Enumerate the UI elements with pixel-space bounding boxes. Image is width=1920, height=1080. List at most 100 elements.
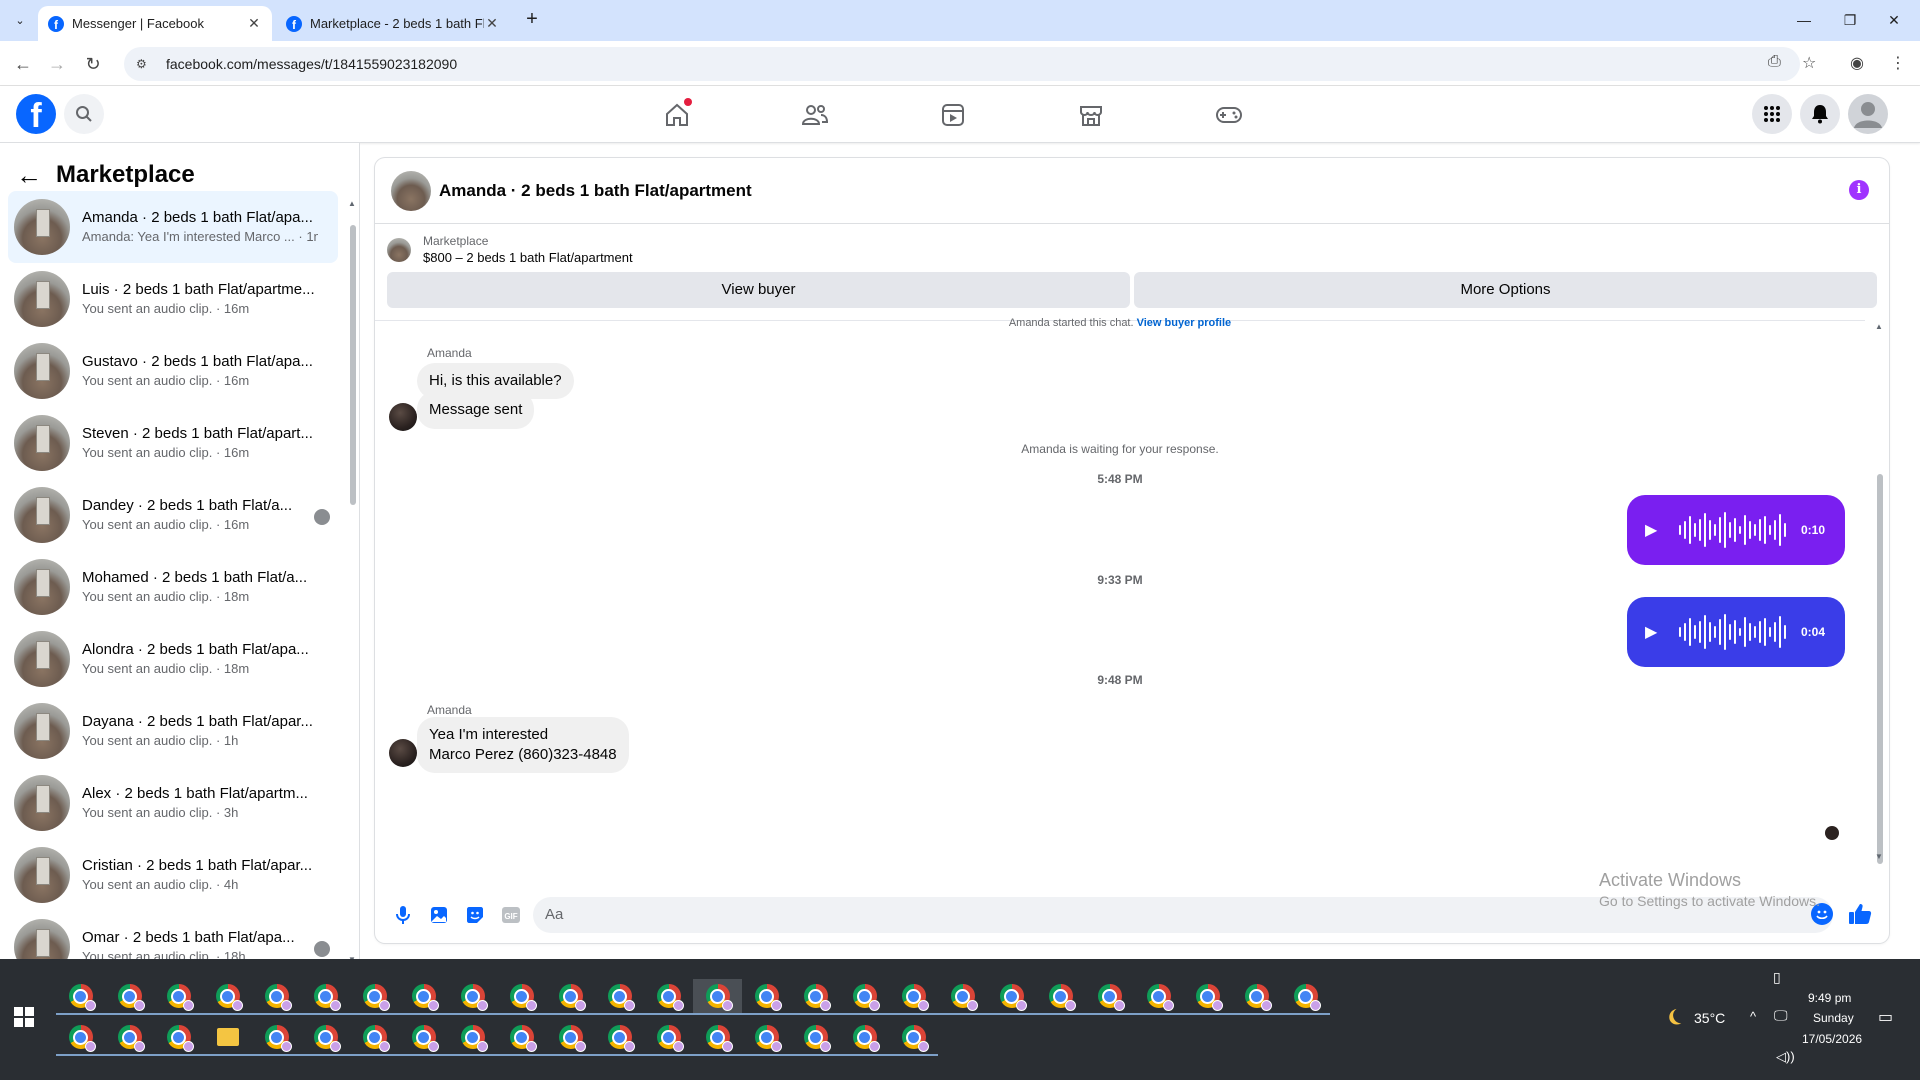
install-app-icon[interactable]: ⎙ — [1768, 53, 1781, 71]
tab-close-icon[interactable]: ✕ — [246, 15, 262, 32]
scroll-down-icon[interactable]: ▼ — [1875, 852, 1883, 861]
taskbar-app-button[interactable] — [1232, 979, 1281, 1015]
incoming-message[interactable]: Message sent — [417, 391, 535, 429]
new-tab-button[interactable]: + — [520, 8, 544, 32]
tablet-mode-icon[interactable]: ▯ — [1773, 969, 1781, 986]
nav-home[interactable] — [662, 98, 692, 130]
taskbar-app-button[interactable] — [595, 979, 644, 1015]
contact-avatar[interactable] — [389, 739, 417, 767]
taskbar-app-button[interactable] — [399, 1020, 448, 1056]
taskbar-app-button[interactable] — [693, 1020, 742, 1056]
listing-avatar[interactable] — [391, 170, 431, 211]
facebook-logo[interactable]: f — [16, 94, 56, 134]
taskbar-app-button[interactable] — [448, 1020, 497, 1056]
taskbar-app-button[interactable] — [1085, 979, 1134, 1015]
tab-messenger[interactable]: f Messenger | Facebook ✕ — [38, 6, 272, 41]
taskbar-app-button[interactable] — [301, 1020, 350, 1056]
address-bar[interactable]: ⚙ facebook.com/messages/t/18415590231820… — [124, 47, 1800, 81]
windows-start-icon[interactable] — [14, 1007, 34, 1027]
scroll-up-icon[interactable]: ▲ — [1875, 322, 1883, 331]
send-like-button[interactable] — [1847, 901, 1873, 927]
back-arrow-icon[interactable]: ← — [16, 160, 42, 191]
moon-weather-icon[interactable] — [1664, 1007, 1684, 1027]
forward-arrow-icon[interactable]: → — [44, 51, 70, 77]
back-arrow-icon[interactable]: ← — [10, 51, 36, 77]
taskbar-app-button[interactable] — [1036, 979, 1085, 1015]
taskbar-app-button[interactable] — [203, 979, 252, 1015]
taskbar-app-button[interactable] — [889, 1020, 938, 1056]
thread-scrollbar[interactable]: ▲ ▼ — [1875, 322, 1885, 864]
sidebar-scrollbar[interactable]: ▲ ▼ — [348, 199, 356, 959]
conversation-item[interactable]: Gustavo · 2 beds 1 bath Flat/apa... You s… — [8, 335, 338, 407]
taskbar-app-button[interactable] — [693, 979, 742, 1015]
taskbar-app-button[interactable] — [252, 979, 301, 1015]
show-hidden-icons-chevron-icon[interactable]: ^ — [1750, 1009, 1756, 1024]
audio-message[interactable]: ▶ 0:04 — [1627, 597, 1845, 667]
taskbar-app-button[interactable] — [840, 979, 889, 1015]
notifications-button[interactable] — [1800, 94, 1840, 134]
taskbar-app-button[interactable] — [154, 979, 203, 1015]
network-icon[interactable]: 🖵 — [1774, 1007, 1788, 1024]
taskbar-app-button[interactable] — [203, 1020, 252, 1056]
clock-day[interactable]: Sunday — [1813, 1011, 1854, 1025]
minimize-button[interactable]: — — [1784, 6, 1824, 34]
nav-friends[interactable] — [800, 100, 830, 130]
menu-button[interactable] — [1752, 94, 1792, 134]
taskbar-app-button[interactable] — [791, 1020, 840, 1056]
taskbar-app-button[interactable] — [448, 979, 497, 1015]
taskbar-app-button[interactable] — [889, 979, 938, 1015]
conversation-item[interactable]: Dandey · 2 beds 1 bath Flat/a... You sent… — [8, 479, 338, 551]
taskbar-app-button[interactable] — [154, 1020, 203, 1056]
close-window-button[interactable]: ✕ — [1874, 6, 1914, 34]
taskbar-app-button[interactable] — [742, 1020, 791, 1056]
gif-button[interactable]: GIF — [497, 901, 525, 929]
taskbar-app-button[interactable] — [399, 979, 448, 1015]
conversation-item[interactable]: Alex · 2 beds 1 bath Flat/apartm... You s… — [8, 767, 338, 839]
search-button[interactable] — [64, 94, 104, 134]
contact-avatar[interactable] — [389, 403, 417, 431]
tab-close-icon[interactable]: ✕ — [484, 15, 500, 32]
taskbar-app-button[interactable] — [105, 979, 154, 1015]
taskbar-app-button[interactable] — [56, 979, 105, 1015]
conversation-item[interactable]: Dayana · 2 beds 1 bath Flat/apar... You s… — [8, 695, 338, 767]
restore-button[interactable]: ❐ — [1830, 6, 1870, 34]
taskbar-app-button[interactable] — [791, 979, 840, 1015]
taskbar-app-button[interactable] — [350, 1020, 399, 1056]
listing-price-title[interactable]: $800 – 2 beds 1 bath Flat/apartment — [423, 249, 633, 267]
taskbar-app-button[interactable] — [1183, 979, 1232, 1015]
tab-marketplace[interactable]: f Marketplace - 2 beds 1 bath Fla ✕ — [276, 6, 510, 41]
taskbar-app-button[interactable] — [546, 1020, 595, 1056]
taskbar-app-button[interactable] — [1281, 979, 1330, 1015]
taskbar-app-button[interactable] — [1134, 979, 1183, 1015]
taskbar-app-button[interactable] — [56, 1020, 105, 1056]
taskbar-app-button[interactable] — [497, 979, 546, 1015]
conversation-item[interactable]: Luis · 2 beds 1 bath Flat/apartme... You … — [8, 263, 338, 335]
taskbar-app-button[interactable] — [252, 1020, 301, 1056]
clock-date[interactable]: 17/05/2026 — [1802, 1032, 1862, 1046]
conversation-item[interactable]: Mohamed · 2 beds 1 bath Flat/a... You sen… — [8, 551, 338, 623]
volume-icon[interactable]: ◁)) — [1776, 1049, 1795, 1065]
taskbar-app-button[interactable] — [497, 1020, 546, 1056]
bookmark-star-icon[interactable]: ☆ — [1802, 53, 1816, 73]
clock-time[interactable]: 9:49 pm — [1808, 991, 1851, 1005]
notification-center-icon[interactable]: ▭ — [1878, 1007, 1893, 1027]
listing-thumbnail[interactable] — [387, 238, 411, 262]
view-buyer-button[interactable]: View buyer — [387, 272, 1130, 308]
play-icon[interactable]: ▶ — [1645, 622, 1669, 642]
scrollbar-thumb[interactable] — [1877, 474, 1883, 864]
incoming-message[interactable]: Yea I'm interested Marco Perez (860)323-… — [417, 717, 629, 773]
taskbar-app-button[interactable] — [840, 1020, 889, 1056]
voice-clip-button[interactable] — [389, 901, 417, 929]
nav-gaming[interactable] — [1214, 100, 1244, 130]
taskbar-app-button[interactable] — [742, 979, 791, 1015]
audio-message[interactable]: ▶ 0:10 — [1627, 495, 1845, 565]
chat-title[interactable]: Amanda · 2 beds 1 bath Flat/apartment — [439, 181, 752, 201]
taskbar-app-button[interactable] — [644, 1020, 693, 1056]
conversation-item[interactable]: Omar · 2 beds 1 bath Flat/apa... You sent… — [8, 911, 338, 959]
conversation-item[interactable]: Alondra · 2 beds 1 bath Flat/apa... You s… — [8, 623, 338, 695]
more-options-button[interactable]: More Options — [1134, 272, 1877, 308]
account-avatar[interactable] — [1848, 94, 1888, 134]
browser-menu-icon[interactable]: ⋮ — [1890, 53, 1906, 73]
taskbar-app-button[interactable] — [938, 979, 987, 1015]
profile-icon[interactable]: ◉ — [1850, 53, 1864, 73]
